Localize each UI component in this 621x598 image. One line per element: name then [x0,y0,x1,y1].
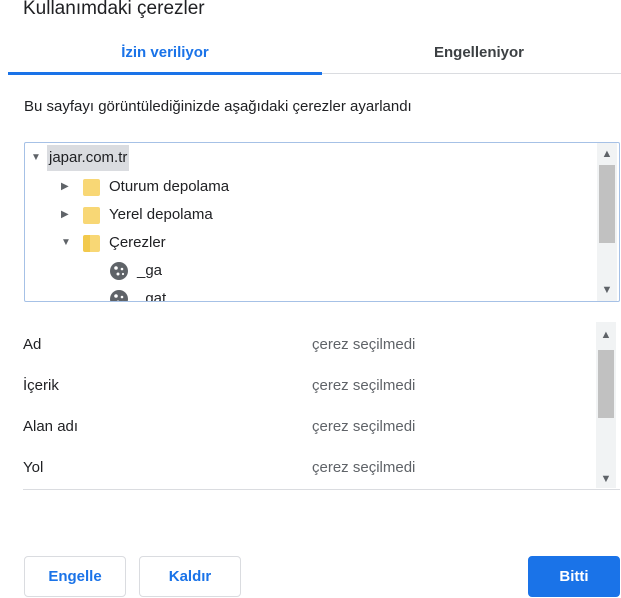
tree-item-local-storage[interactable]: ▶ Yerel depolama [61,202,213,228]
detail-label: Alan adı [23,418,79,435]
folder-icon [83,178,100,196]
folder-open-icon [83,234,100,252]
scroll-thumb[interactable] [599,165,615,243]
tab-bar: İzin veriliyor Engelleniyor [8,38,621,75]
expand-right-icon[interactable]: ▶ [61,174,73,200]
scroll-down-icon[interactable]: ▼ [596,470,616,488]
detail-value: çerez seçilmedi [312,418,416,435]
scroll-up-icon[interactable]: ▲ [596,326,616,344]
detail-row-domain: Alan adı çerez seçilmedi [23,407,593,447]
detail-value: çerez seçilmedi [312,459,416,476]
cookie-label: _gat [137,290,167,302]
tree-cookie-ga[interactable]: _ga [109,258,162,284]
cookie-icon [110,290,128,301]
expand-down-icon[interactable]: ▼ [31,145,43,171]
expand-right-icon[interactable]: ▶ [61,202,73,228]
detail-value: çerez seçilmedi [312,336,416,353]
tree-root-label: japar.com.tr [47,145,130,171]
detail-row-path: Yol çerez seçilmedi [23,448,593,488]
tree-root-row[interactable]: ▼ japar.com.tr [31,145,130,171]
tab-allowed[interactable]: İzin veriliyor [8,38,322,74]
scroll-down-icon[interactable]: ▼ [597,281,617,299]
tree-item-session-storage[interactable]: ▶ Oturum depolama [61,174,229,200]
tree-cookie-gat[interactable]: _gat [109,286,167,302]
remove-button[interactable]: Kaldır [139,556,241,597]
active-tab-indicator [8,72,322,75]
detail-row-content: İçerik çerez seçilmedi [23,366,593,406]
folder-icon [83,206,100,224]
detail-value: çerez seçilmedi [312,377,416,394]
done-button[interactable]: Bitti [528,556,620,597]
details-scrollbar[interactable]: ▲ ▼ [596,322,616,488]
cookie-tree[interactable]: ▼ japar.com.tr ▶ Oturum depolama ▶ Yerel… [24,142,620,302]
tree-scrollbar[interactable]: ▲ ▼ [597,143,617,301]
detail-label: Yol [23,459,44,476]
cookie-label: _ga [137,262,163,279]
detail-row-name: Ad çerez seçilmedi [23,325,593,365]
tab-blocked[interactable]: Engelleniyor [322,38,621,74]
cookie-icon [110,262,128,280]
tree-item-label: Yerel depolama [109,206,213,223]
block-button[interactable]: Engelle [24,556,126,597]
tree-item-cookies[interactable]: ▼ Çerezler [61,230,166,256]
scroll-up-icon[interactable]: ▲ [597,145,617,163]
description-text: Bu sayfayı görüntülediğinizde aşağıdaki … [24,98,412,115]
detail-label: Ad [23,336,42,353]
dialog-title: Kullanımdaki çerezler [23,0,205,19]
expand-down-icon[interactable]: ▼ [61,230,73,256]
tree-item-label: Çerezler [109,234,166,251]
detail-label: İçerik [23,377,59,394]
cookie-details: Ad çerez seçilmedi İçerik çerez seçilmed… [23,322,620,490]
scroll-thumb[interactable] [598,350,614,418]
tree-item-label: Oturum depolama [109,178,230,195]
